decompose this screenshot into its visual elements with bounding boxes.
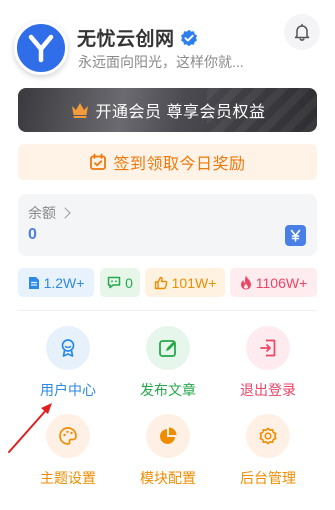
menu-admin[interactable]: 后台管理 bbox=[220, 414, 316, 494]
menu-theme-settings-label: 主题设置 bbox=[40, 470, 96, 486]
stat-posts-value: 1.2W+ bbox=[43, 274, 85, 291]
vip-banner[interactable]: 开通会员 尊享会员权益 bbox=[18, 88, 317, 132]
checkin-label: 签到领取今日奖励 bbox=[113, 156, 246, 173]
checkin-button[interactable]: 签到领取今日奖励 bbox=[18, 144, 317, 180]
menu-user-center[interactable]: 用户中心 bbox=[20, 326, 116, 406]
palette-icon bbox=[46, 414, 90, 458]
verified-badge-icon bbox=[180, 29, 198, 47]
balance-card[interactable]: 余额 0 bbox=[18, 194, 317, 256]
balance-title: 余额 bbox=[28, 203, 71, 223]
bell-icon bbox=[294, 23, 310, 41]
crown-icon bbox=[71, 103, 88, 118]
stat-fans-value: 1106W+ bbox=[255, 274, 308, 291]
stat-fans[interactable]: 1106W+ bbox=[230, 268, 317, 297]
calendar-check-icon bbox=[90, 153, 107, 170]
vip-banner-label: 开通会员 尊享会员权益 bbox=[95, 104, 266, 121]
chevron-right-icon bbox=[59, 207, 71, 219]
menu-admin-label: 后台管理 bbox=[240, 470, 296, 486]
stat-likes[interactable]: 101W+ bbox=[145, 268, 225, 297]
divider bbox=[18, 310, 317, 311]
user-center-icon bbox=[46, 326, 90, 370]
stats-row: 1.2W+ 0 101W+ 1106W+ bbox=[18, 268, 317, 298]
user-bio: 永远面向阳光，这样你就... bbox=[78, 54, 244, 70]
pie-chart-icon bbox=[146, 414, 190, 458]
menu-user-center-label: 用户中心 bbox=[40, 382, 96, 398]
notification-button[interactable] bbox=[284, 14, 320, 50]
balance-value: 0 bbox=[28, 226, 37, 243]
user-name[interactable]: 无忧云创网 bbox=[77, 24, 175, 51]
menu-logout[interactable]: 退出登录 bbox=[220, 326, 316, 406]
flame-icon bbox=[240, 275, 251, 290]
balance-label: 余额 bbox=[28, 205, 56, 221]
menu-module-config[interactable]: 模块配置 bbox=[120, 414, 216, 494]
document-icon bbox=[28, 276, 39, 289]
stat-likes-value: 101W+ bbox=[171, 274, 217, 291]
logout-icon bbox=[246, 326, 290, 370]
stat-comments-value: 0 bbox=[125, 274, 133, 291]
yen-coin-icon[interactable] bbox=[285, 225, 306, 246]
avatar[interactable] bbox=[14, 21, 68, 75]
profile-header: 无忧云创网 永远面向阳光，这样你就... bbox=[14, 18, 314, 78]
gear-icon bbox=[246, 414, 290, 458]
menu-publish-article[interactable]: 发布文章 bbox=[120, 326, 216, 406]
edit-icon bbox=[146, 326, 190, 370]
avatar-logo-icon bbox=[28, 34, 54, 63]
menu-module-config-label: 模块配置 bbox=[140, 470, 196, 486]
menu-logout-label: 退出登录 bbox=[240, 382, 296, 398]
comment-icon bbox=[107, 276, 121, 289]
stat-comments[interactable]: 0 bbox=[100, 268, 140, 297]
menu-publish-article-label: 发布文章 bbox=[140, 382, 196, 398]
menu-theme-settings[interactable]: 主题设置 bbox=[20, 414, 116, 494]
stat-posts[interactable]: 1.2W+ bbox=[18, 268, 94, 297]
thumbs-up-icon bbox=[154, 276, 168, 289]
